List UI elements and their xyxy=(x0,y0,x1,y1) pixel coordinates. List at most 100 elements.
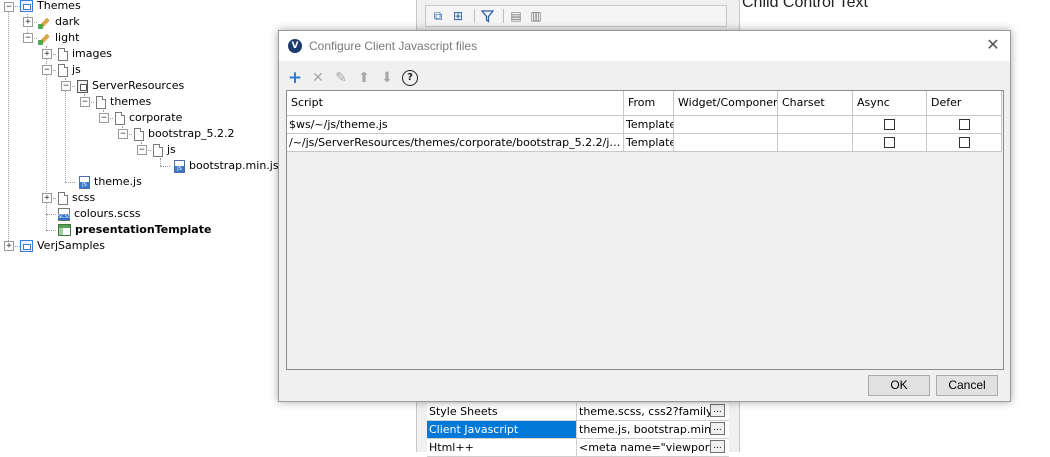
tree-item-themes[interactable]: Themes xyxy=(20,0,81,14)
brush-icon xyxy=(37,15,51,29)
collapse-toggle-bootstrap[interactable]: − xyxy=(118,129,128,139)
tree-item-images[interactable]: images xyxy=(58,46,112,62)
from-cell: Template xyxy=(626,116,674,133)
column-header-defer[interactable]: Defer xyxy=(927,91,1002,115)
async-checkbox[interactable] xyxy=(884,119,895,130)
project-tree: − Themes + dark − light + images − js − … xyxy=(0,0,290,452)
cancel-button[interactable]: Cancel xyxy=(936,375,998,396)
collapse-toggle-corporate[interactable]: − xyxy=(99,113,109,123)
tree-item-dark[interactable]: dark xyxy=(37,14,80,30)
property-row-style-sheets[interactable]: Style Sheets theme.scss, css2?family... … xyxy=(427,403,729,421)
edit-icon[interactable]: ✎ xyxy=(333,70,349,86)
column-header-async[interactable]: Async xyxy=(853,91,927,115)
column-header-script[interactable]: Script xyxy=(287,91,624,115)
expand-toggle-images[interactable]: + xyxy=(42,49,52,59)
tree-item-bootstrap[interactable]: bootstrap_5.2.2 xyxy=(134,126,235,142)
tree-item-presentation-template[interactable]: presentationTemplate xyxy=(58,222,211,238)
close-icon[interactable]: ✕ xyxy=(985,37,1001,53)
dialog-toolbar: + ✕ ✎ ⬆ ⬇ ? xyxy=(287,68,425,88)
help-icon[interactable]: ? xyxy=(402,70,418,86)
tree-item-themes-folder[interactable]: themes xyxy=(96,94,151,110)
tree-item-colours-scss[interactable]: SCSS colours.scss xyxy=(58,206,141,222)
widget-cell[interactable] xyxy=(674,116,778,133)
widget-cell[interactable] xyxy=(674,134,778,151)
property-row-html[interactable]: Html++ <meta name="viewport"... ... xyxy=(427,439,729,457)
folder-icon xyxy=(20,0,33,12)
tree-item-label: themes xyxy=(110,95,152,108)
tree-item-label: VerjSamples xyxy=(37,239,105,252)
js-file-icon: JS xyxy=(174,159,185,173)
tree-item-label: bootstrap.min.js xyxy=(189,159,279,172)
expand-toggle-scss[interactable]: + xyxy=(42,193,52,203)
verj-app-icon: V xyxy=(288,39,302,53)
ellipsis-button[interactable]: ... xyxy=(710,440,725,453)
text-field-icon[interactable]: ▥ xyxy=(528,8,544,24)
child-control-text: Child Control Text xyxy=(742,0,868,11)
collapse-toggle-js-inner[interactable]: − xyxy=(137,145,147,155)
collapse-toggle-light[interactable]: − xyxy=(23,33,33,43)
tree-item-js[interactable]: js xyxy=(58,62,81,78)
defer-checkbox[interactable] xyxy=(958,137,970,148)
ellipsis-button[interactable]: ... xyxy=(710,404,725,417)
filter-icon[interactable] xyxy=(479,8,495,24)
tree-item-label: ServerResources xyxy=(92,79,185,92)
property-row-client-javascript[interactable]: Client Javascript theme.js, bootstrap.mi… xyxy=(427,421,729,439)
expand-toggle-dark[interactable]: + xyxy=(23,17,33,27)
async-cell xyxy=(853,134,927,151)
property-grid: Style Sheets theme.scss, css2?family... … xyxy=(427,403,729,457)
tree-item-serverresources[interactable]: ServerResources xyxy=(77,78,184,94)
component-icon[interactable]: ▤ xyxy=(508,8,524,24)
property-name: Client Javascript xyxy=(427,421,577,438)
folder-icon xyxy=(20,240,33,252)
tree-item-verjsamples[interactable]: VerjSamples xyxy=(20,238,105,254)
from-cell: Template xyxy=(626,134,674,151)
dialog-titlebar[interactable]: V Configure Client Javascript files ✕ xyxy=(279,31,1010,61)
page-icon xyxy=(153,143,163,157)
tree-item-corporate[interactable]: corporate xyxy=(115,110,182,126)
tree-item-theme-js[interactable]: JS theme.js xyxy=(79,174,142,190)
charset-cell[interactable] xyxy=(778,116,853,133)
scss-file-icon: SCSS xyxy=(58,207,71,221)
collapse-toggle-serverresources[interactable]: − xyxy=(61,81,71,91)
tree-item-light[interactable]: light xyxy=(37,30,79,46)
tree-item-label: js xyxy=(72,63,81,76)
ellipsis-button[interactable]: ... xyxy=(710,422,725,435)
move-up-icon[interactable]: ⬆ xyxy=(356,70,372,86)
defer-checkbox[interactable] xyxy=(958,119,970,130)
script-cell[interactable]: /~/js/ServerResources/themes/corporate/b… xyxy=(287,134,624,151)
delete-icon[interactable]: ✕ xyxy=(310,70,326,86)
tree-item-label: dark xyxy=(55,15,80,28)
expand-toggle-verjsamples[interactable]: + xyxy=(4,241,14,251)
script-cell[interactable]: $ws/~/js/theme.js xyxy=(287,116,624,133)
tree-item-bootstrap-min-js[interactable]: JS bootstrap.min.js xyxy=(174,158,279,174)
collapse-toggle-themes[interactable]: − xyxy=(4,2,14,12)
add-icon[interactable]: + xyxy=(287,68,303,88)
column-header-widget[interactable]: Widget/Component xyxy=(674,91,778,115)
async-checkbox[interactable] xyxy=(884,137,895,148)
server-resources-icon xyxy=(77,79,88,93)
charset-cell[interactable] xyxy=(778,134,853,151)
table-row[interactable]: $ws/~/js/theme.js Template xyxy=(287,116,1002,134)
page-icon xyxy=(58,191,68,205)
categorized-icon[interactable]: ⧉ xyxy=(430,8,446,24)
tree-item-js-inner[interactable]: js xyxy=(153,142,176,158)
toolbar-separator xyxy=(474,9,475,23)
tree-item-label: Themes xyxy=(37,0,81,12)
js-file-icon: JS xyxy=(79,175,90,189)
ok-button[interactable]: OK xyxy=(868,375,930,396)
template-icon xyxy=(58,224,71,236)
column-header-from[interactable]: From xyxy=(624,91,674,115)
alphabetical-icon[interactable]: ⊞ xyxy=(450,8,466,24)
move-down-icon[interactable]: ⬇ xyxy=(379,70,395,86)
table-row[interactable]: /~/js/ServerResources/themes/corporate/b… xyxy=(287,134,1002,152)
column-header-charset[interactable]: Charset xyxy=(778,91,853,115)
defer-cell xyxy=(927,116,1002,133)
collapse-toggle-themes-folder[interactable]: − xyxy=(80,97,90,107)
collapse-toggle-js[interactable]: − xyxy=(42,65,52,75)
tree-item-label: scss xyxy=(72,191,96,204)
tree-item-scss[interactable]: scss xyxy=(58,190,95,206)
defer-cell xyxy=(927,134,1002,151)
tree-item-label: bootstrap_5.2.2 xyxy=(148,127,235,140)
properties-toolbar: ⧉ ⊞ ▤ ▥ xyxy=(425,5,727,27)
tree-item-label: js xyxy=(167,143,176,156)
